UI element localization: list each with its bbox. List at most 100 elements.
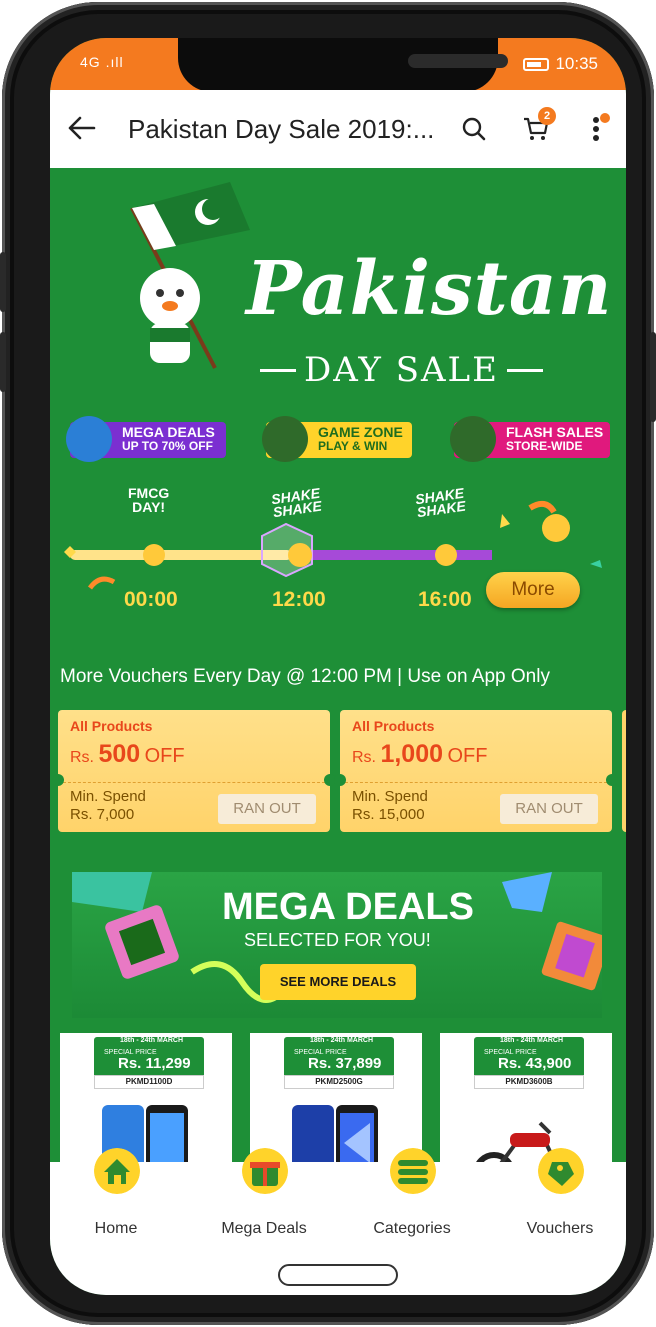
ran-out-button[interactable]: RAN OUT [500,794,598,824]
app-header: Pakistan Day Sale 2019:... 2 [50,90,626,168]
category-pills: MEGA DEALS UP TO 70% OFF GAME ZONE PLAY … [66,416,610,466]
nav-label: Vouchers [526,1220,594,1237]
power-button [650,332,656,422]
currency: Rs. [70,749,94,766]
trophy-icon [262,416,308,462]
cart-icon[interactable]: 2 [512,105,560,153]
flash-sales-pill[interactable]: FLASH SALES STORE-WIDE [450,416,610,462]
bottom-navigation: Home Mega Deals Categories Vouchers [50,1148,626,1240]
ticket-notch [606,774,618,786]
voucher-category: All Products [70,718,153,734]
mega-deals-subheading: SELECTED FOR YOU! [244,930,431,950]
back-arrow-icon[interactable] [54,111,110,148]
voucher-timeline: FMCG DAY! SHAKE SHAKE SHAKE SHAKE 00:00 … [50,468,626,628]
product-card[interactable]: 18th - 24th MARCH SPECIAL PRICE Rs. 43,9… [440,1033,612,1162]
voucher-card[interactable]: All Products Rs. 500 OFF Min. Spend Rs. … [52,710,336,832]
voucher-amount: Rs. 1,000 OFF [352,740,487,769]
gift-icon [242,1148,288,1194]
offer-date: 18th - 24th MARCH [310,1037,374,1044]
min-spend: Min. Spend Rs. 15,000 [352,788,428,824]
voucher-divider [58,782,330,783]
voucher-info-text: More Vouchers Every Day @ 12:00 PM | Use… [60,666,550,687]
search-icon[interactable] [450,105,498,153]
product-price: Rs. 11,299 [118,1055,191,1072]
offer-date: 18th - 24th MARCH [500,1037,564,1044]
volume-up-button [0,252,6,312]
voucher-tag-icon [538,1148,584,1194]
status-right: 10:35 [523,54,598,74]
time-slot-1: 12:00 [272,588,326,611]
mascot-with-flag-illustration [130,182,250,369]
time-slot-0: 00:00 [124,588,178,611]
pill-label: MEGA DEALS [122,424,215,440]
phone-frame: 4G .ıll 10:35 Pakistan Day Sale 2019:...… [0,2,656,1325]
nav-label: Categories [373,1220,451,1237]
ticket-notch [52,774,64,786]
promo-code: PKMD1100D [94,1075,204,1089]
min-spend-label: Min. Spend [70,788,146,805]
clock: 10:35 [555,54,598,73]
voucher-amount: Rs. 500 OFF [70,740,185,769]
nav-label: Home [94,1220,138,1237]
status-bar: 4G .ıll 10:35 [50,38,626,92]
ticket-notch [334,774,346,786]
pill-sublabel: STORE-WIDE [506,439,583,453]
currency: Rs. [352,749,376,766]
amount-value: 500 [98,740,141,768]
product-price: Rs. 37,899 [308,1055,382,1072]
see-more-deals-button[interactable]: SEE MORE DEALS [260,964,416,1000]
promo-code: PKMD2500G [284,1075,394,1089]
categories-icon [390,1148,436,1194]
min-spend: Min. Spend Rs. 7,000 [70,788,146,824]
battery-icon [523,57,550,71]
voucher-card-peek[interactable] [622,710,626,832]
gift-icon [66,416,112,462]
time-slot-2: 16:00 [418,588,472,611]
home-icon [94,1148,140,1194]
voucher-card[interactable]: All Products Rs. 1,000 OFF Min. Spend Rs… [334,710,618,832]
ran-out-button[interactable]: RAN OUT [218,794,316,824]
mega-deals-heading: MEGA DEALS [222,886,474,928]
min-spend-value: Rs. 15,000 [352,806,425,823]
hourglass-icon [450,416,496,462]
mega-deals-banner[interactable]: MEGA DEALS SELECTED FOR YOU! SEE MORE DE… [72,872,602,1018]
screen: 4G .ıll 10:35 Pakistan Day Sale 2019:...… [50,38,626,1295]
offer-date: 18th - 24th MARCH [120,1037,184,1044]
more-timeslots-button[interactable]: More [486,572,580,608]
product-card[interactable]: 18th - 24th MARCH SPECIAL PRICE Rs. 11,2… [60,1033,232,1162]
amount-value: 1,000 [380,740,444,768]
pill-label: FLASH SALES [506,424,604,440]
volume-down-button [0,332,6,392]
more-options-icon[interactable] [572,105,620,153]
signal-indicator: 4G .ıll [80,54,124,70]
camera-notch [178,38,508,92]
hero-subtitle: DAY SALE [260,350,543,390]
pill-sublabel: PLAY & WIN [318,439,388,453]
hero-subtitle-text: DAY SALE [304,350,499,390]
off-label: OFF [447,745,488,767]
nav-label: Mega Deals [221,1220,307,1237]
product-price: Rs. 43,900 [498,1055,572,1072]
divider [506,368,543,372]
mega-deals-pill[interactable]: MEGA DEALS UP TO 70% OFF [66,416,226,462]
divider [260,368,296,372]
pill-label: GAME ZONE [318,424,403,440]
home-indicator[interactable] [278,1264,398,1286]
speaker-grille [408,54,508,68]
notification-dot [600,113,610,123]
product-card[interactable]: 18th - 24th MARCH SPECIAL PRICE Rs. 37,8… [250,1033,422,1162]
min-spend-value: Rs. 7,000 [70,806,135,823]
game-zone-pill[interactable]: GAME ZONE PLAY & WIN [262,416,412,462]
min-spend-label: Min. Spend [352,788,428,805]
hero-title: Pakistan [246,246,613,332]
page-title: Pakistan Day Sale 2019:... [128,113,435,144]
smartphone-image [292,1105,378,1162]
promo-code: PKMD3600B [474,1075,584,1089]
voucher-category: All Products [352,718,435,734]
cart-count-badge: 2 [538,107,556,125]
campaign-content: Pakistan DAY SALE MEGA DEALS UP TO 70% O… [50,168,626,1162]
gesture-bar-area [50,1240,626,1295]
off-label: OFF [144,745,185,767]
voucher-divider [340,782,612,783]
pill-sublabel: UP TO 70% OFF [122,439,213,453]
